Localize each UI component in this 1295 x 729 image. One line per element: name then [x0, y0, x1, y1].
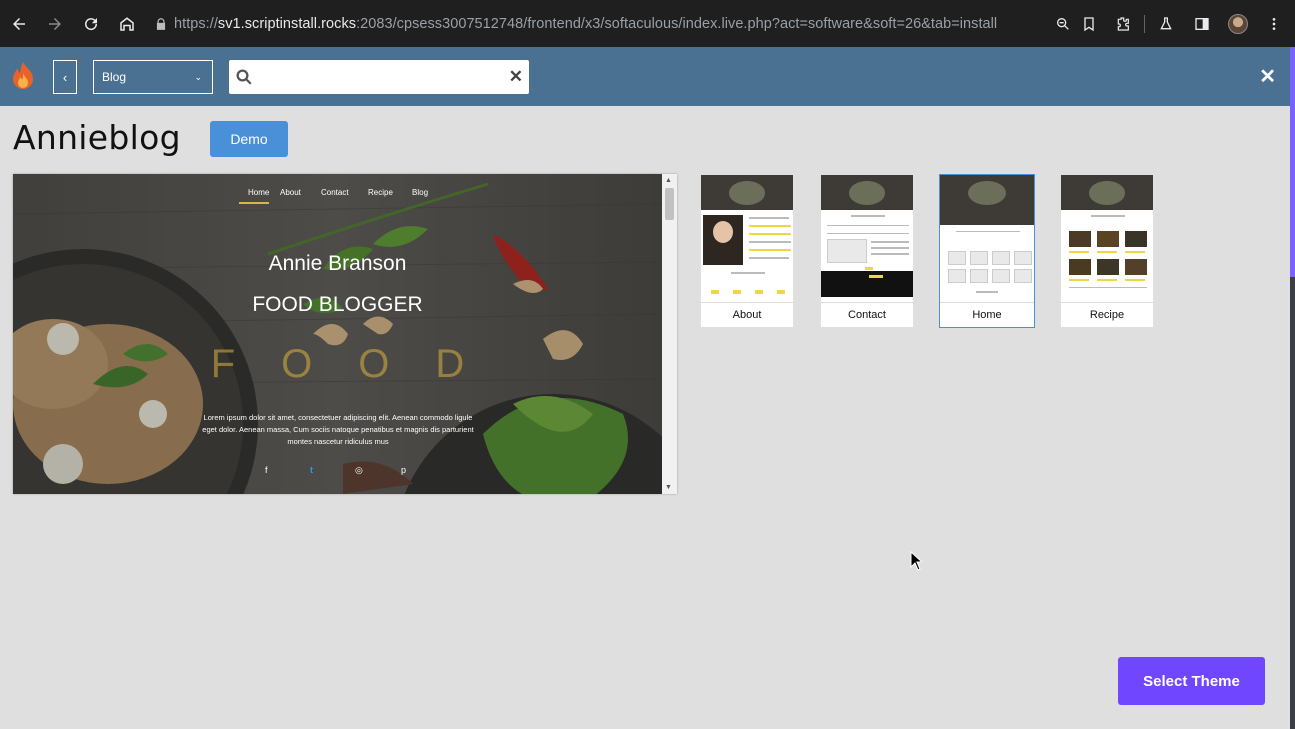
zoom-icon[interactable]	[1050, 7, 1076, 40]
url-path: :2083/cpsess3007512748/frontend/x3/softa…	[356, 15, 998, 32]
preview-nav-recipe[interactable]: Recipe	[368, 188, 393, 197]
bookmark-icon[interactable]	[1076, 7, 1102, 40]
instagram-icon[interactable]: ◎	[355, 465, 363, 476]
toolbar-divider	[1144, 14, 1145, 33]
preview-nav-blog[interactable]: Blog	[412, 188, 428, 197]
preview-nav-contact[interactable]: Contact	[321, 188, 349, 197]
mouse-pointer-icon	[910, 551, 922, 571]
search-box: ✕	[229, 60, 529, 94]
thumbnail-contact-image	[821, 175, 913, 303]
softaculous-header: ‹ Blog ⌄ ✕ ✕	[0, 47, 1290, 106]
preview-hero-text: Lorem ipsum dolor sit amet, consectetuer…	[202, 413, 474, 446]
close-icon[interactable]: ✕	[1259, 64, 1276, 89]
category-value: Blog	[102, 70, 127, 84]
thumbnail-home[interactable]: Home	[939, 174, 1035, 328]
preview-hero-name: Annie Branson	[268, 252, 407, 275]
demo-button[interactable]: Demo	[210, 121, 288, 157]
active-nav-underline	[239, 202, 269, 204]
clear-search-icon[interactable]: ✕	[509, 68, 523, 86]
chevron-left-icon: ‹	[62, 69, 68, 85]
labs-flask-icon[interactable]	[1153, 7, 1179, 40]
window-edge-strip	[1290, 47, 1295, 729]
softaculous-flame-logo[interactable]	[10, 61, 36, 91]
lock-icon	[156, 17, 166, 30]
forward-arrow-icon[interactable]	[37, 6, 73, 42]
thumbnail-label: Home	[972, 309, 1002, 321]
url-protocol: https://	[174, 15, 218, 32]
back-arrow-icon[interactable]	[1, 6, 37, 42]
thumbnail-label: About	[732, 309, 762, 321]
scroll-up-arrow-icon[interactable]: ▲	[665, 177, 672, 184]
side-panel-icon[interactable]	[1189, 7, 1215, 40]
theme-preview-frame[interactable]: Home About Contact Recipe Blog Annie Bra…	[13, 174, 677, 494]
kebab-menu-icon[interactable]	[1261, 7, 1287, 40]
theme-title: Annieblog	[13, 118, 181, 157]
search-input[interactable]	[259, 66, 509, 88]
extensions-icon[interactable]	[1110, 7, 1136, 40]
select-theme-button[interactable]: Select Theme	[1118, 657, 1265, 705]
chevron-down-icon: ⌄	[194, 72, 202, 82]
thumbnail-about[interactable]: About	[700, 174, 794, 328]
pinterest-icon[interactable]: p	[401, 465, 406, 475]
preview-hero-watermark: FOOD	[210, 342, 511, 386]
preview-hero-subtitle: FOOD BLOGGER	[252, 293, 423, 316]
reload-icon[interactable]	[73, 6, 109, 42]
preview-hero-image: Home About Contact Recipe Blog Annie Bra…	[13, 174, 662, 494]
thumbnail-recipe-image	[1061, 175, 1153, 303]
home-icon[interactable]	[109, 6, 145, 42]
preview-nav-home[interactable]: Home	[248, 188, 269, 197]
url-host: sv1.scriptinstall.rocks	[217, 15, 357, 32]
browser-toolbar: https://sv1.scriptinstall.rocks:2083/cps…	[0, 0, 1295, 47]
thumbnail-home-image	[940, 175, 1034, 303]
twitter-icon[interactable]: t	[310, 465, 313, 475]
facebook-icon[interactable]: f	[265, 465, 268, 475]
scrollbar-thumb[interactable]	[665, 188, 674, 220]
thumbnail-label: Contact	[848, 309, 886, 321]
scroll-down-arrow-icon[interactable]: ▼	[665, 484, 672, 491]
thumbnail-about-image	[701, 175, 793, 303]
thumbnail-label: Recipe	[1089, 309, 1125, 321]
back-button[interactable]: ‹	[53, 60, 77, 94]
profile-avatar[interactable]	[1225, 7, 1251, 40]
category-select[interactable]: Blog ⌄	[93, 60, 213, 94]
address-bar[interactable]: https://sv1.scriptinstall.rocks:2083/cps…	[154, 8, 1014, 39]
thumbnail-contact[interactable]: Contact	[820, 174, 914, 328]
preview-nav-about[interactable]: About	[280, 188, 301, 197]
preview-scrollbar[interactable]: ▲ ▼	[662, 174, 677, 494]
search-icon	[236, 69, 252, 85]
thumbnail-recipe[interactable]: Recipe	[1060, 174, 1154, 328]
